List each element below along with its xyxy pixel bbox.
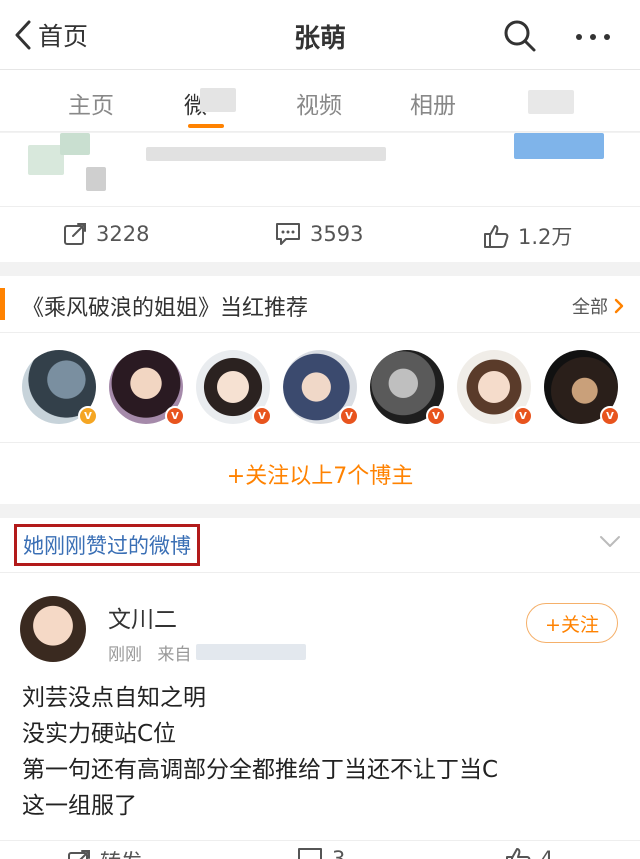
- top-navbar: 首页 张萌: [0, 0, 640, 70]
- comment-count: 3593: [310, 222, 364, 246]
- pixelated-image: [86, 167, 106, 191]
- verified-badge-icon: V: [600, 406, 620, 426]
- verified-badge-icon: V: [165, 406, 185, 426]
- post-action-bar: 转发 3 4: [0, 840, 640, 859]
- verified-badge-icon: V: [252, 406, 272, 426]
- comment-button[interactable]: 3593: [274, 221, 363, 247]
- chevron-down-icon[interactable]: [598, 534, 622, 550]
- pixelated-image: [60, 133, 90, 155]
- liked-section-header[interactable]: 她刚刚赞过的微博: [14, 524, 200, 566]
- search-icon[interactable]: [500, 16, 540, 56]
- pixelated-source: [196, 644, 306, 660]
- page-title: 张萌: [293, 24, 346, 54]
- post-meta: 刚刚 来自: [108, 640, 191, 665]
- recommended-bloggers: V V V V V V V: [0, 350, 640, 426]
- view-all-label: 全部: [572, 297, 608, 318]
- post-text-line: 第一句还有高调部分全都推给丁当还不让丁当C: [22, 757, 499, 783]
- section-accent-bar: [0, 288, 5, 320]
- view-all-button[interactable]: 全部: [572, 293, 624, 319]
- blurred-tab[interactable]: [528, 90, 574, 114]
- post-text-line: 没实力硬站C位: [22, 721, 177, 747]
- like-button[interactable]: 1.2万: [482, 221, 572, 251]
- liked-post-card: 她刚刚赞过的微博 文川二 刚刚 来自 +关注 刘芸没点自知之明 没实力硬站C位 …: [0, 518, 640, 859]
- post-source-prefix: 来自: [157, 645, 192, 665]
- active-tab-indicator: [188, 124, 224, 128]
- repost-button[interactable]: 3228: [62, 221, 149, 247]
- pixelated-image: [28, 145, 64, 175]
- post-text-line: 刘芸没点自知之明: [22, 685, 206, 711]
- like-count: 1.2万: [518, 225, 573, 249]
- divider: [0, 572, 640, 573]
- pixelated-button: [514, 133, 604, 159]
- comment-button[interactable]: 3: [296, 846, 345, 859]
- verified-badge-icon: V: [426, 406, 446, 426]
- verified-badge-icon: V: [339, 406, 359, 426]
- author-avatar[interactable]: [20, 596, 86, 662]
- comment-icon: [298, 848, 322, 859]
- thumbs-up-icon: [484, 225, 509, 248]
- verified-badge-icon: V: [513, 406, 533, 426]
- post-action-bar: 3228 3593 1.2万: [0, 206, 640, 262]
- chevron-right-icon: [614, 298, 624, 314]
- follow-button[interactable]: +关注: [526, 603, 618, 643]
- tab-albums[interactable]: 相册: [410, 86, 456, 120]
- tab-home[interactable]: 主页: [68, 86, 114, 120]
- author-name[interactable]: 文川二: [108, 600, 177, 634]
- divider: [0, 442, 640, 443]
- more-icon[interactable]: [568, 20, 618, 54]
- pixelated-text: [146, 147, 386, 161]
- like-button[interactable]: 4: [504, 846, 553, 859]
- repost-label: 转发: [100, 846, 142, 859]
- recommendation-card: 《乘风破浪的姐姐》当红推荐 全部 V V V V V V V +关注以上7个博主: [0, 276, 640, 504]
- like-count: 4: [540, 847, 554, 859]
- repost-button[interactable]: 转发: [66, 846, 142, 859]
- comment-count: 3: [332, 847, 346, 859]
- thumbs-up-icon: [506, 848, 531, 859]
- repost-icon: [68, 850, 90, 859]
- post-time: 刚刚: [108, 645, 142, 665]
- divider: [0, 332, 640, 333]
- verified-badge-icon: V: [78, 406, 98, 426]
- comment-icon: [276, 223, 300, 245]
- follow-all-button[interactable]: +关注以上7个博主: [0, 458, 640, 490]
- blurred-tab-text: [200, 88, 236, 112]
- tab-videos[interactable]: 视频: [296, 86, 342, 120]
- repost-count: 3228: [96, 222, 150, 246]
- profile-tabs: 主页 微 视频 相册: [0, 70, 640, 132]
- recommendation-title: 《乘风破浪的姐姐》当红推荐: [22, 296, 309, 321]
- post-text-line: 这一组服了: [22, 793, 137, 819]
- repost-icon: [64, 223, 86, 245]
